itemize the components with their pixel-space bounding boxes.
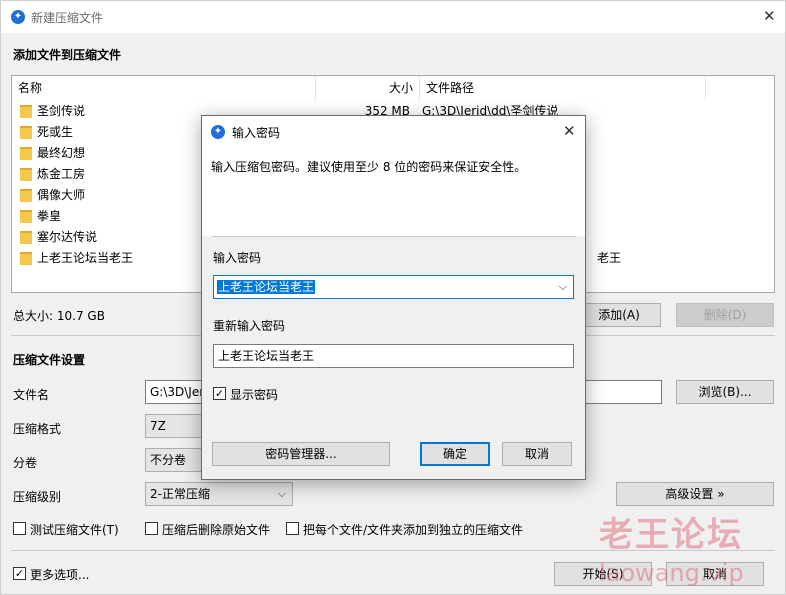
divider: [212, 236, 576, 237]
column-header-path[interactable]: 文件路径: [420, 76, 706, 100]
dialog-cancel-button[interactable]: 取消: [502, 442, 572, 466]
format-label: 压缩格式: [13, 422, 62, 436]
dialog-title-bar: ✦ 输入密码 ✕: [202, 116, 585, 148]
dialog-description: 输入压缩包密码。建议使用至少 8 位的密码来保证安全性。: [211, 160, 527, 174]
file-name: 上老王论坛当老王: [37, 251, 134, 265]
password-dialog: ✦ 输入密码 ✕ 输入压缩包密码。建议使用至少 8 位的密码来保证安全性。 输入…: [201, 115, 586, 480]
show-password-checkbox[interactable]: ✓: [213, 387, 226, 400]
watermark-text: 老王论坛: [599, 515, 743, 555]
file-path: 老王: [597, 251, 622, 265]
password-value: 上老王论坛当老王: [217, 280, 316, 294]
folder-icon: [20, 210, 32, 223]
delete-source-label: 压缩后删除原始文件: [162, 523, 271, 537]
confirm-password-input[interactable]: 上老王论坛当老王: [213, 344, 574, 368]
add-files-heading: 添加文件到压缩文件: [13, 48, 122, 62]
separate-archives-checkbox[interactable]: [286, 522, 299, 535]
volume-label: 分卷: [13, 456, 38, 470]
file-name: 塞尔达传说: [37, 230, 98, 244]
column-header-size[interactable]: 大小: [316, 76, 420, 100]
chevron-down-icon: ⌵: [277, 487, 286, 500]
password-label: 输入密码: [213, 251, 262, 265]
folder-icon: [20, 231, 32, 244]
file-name: 圣剑传说: [37, 104, 86, 118]
folder-icon: [20, 252, 32, 265]
folder-icon: [20, 147, 32, 160]
more-options-label: 更多选项...: [30, 568, 90, 582]
show-password-label: 显示密码: [230, 388, 279, 402]
column-header-name[interactable]: 名称: [12, 76, 316, 100]
watermark-url: laowang.vip: [599, 559, 744, 587]
file-name: 死或生: [37, 125, 74, 139]
dialog-title: 输入密码: [232, 126, 281, 140]
test-archive-checkbox[interactable]: [13, 522, 26, 535]
folder-icon: [20, 126, 32, 139]
file-name: 拳皇: [37, 209, 62, 223]
close-icon[interactable]: ✕: [763, 7, 776, 25]
test-archive-label: 测试压缩文件(T): [30, 523, 119, 537]
app-logo-icon: ✦: [11, 10, 25, 24]
level-select[interactable]: 2-正常压缩 ⌵: [145, 482, 293, 506]
level-value: 2-正常压缩: [150, 487, 210, 501]
file-name: 炼金工房: [37, 167, 86, 181]
more-options-checkbox[interactable]: ✓: [13, 567, 26, 580]
folder-icon: [20, 168, 32, 181]
chevron-down-icon[interactable]: ⌵: [559, 276, 567, 298]
dialog-description-area: 输入压缩包密码。建议使用至少 8 位的密码来保证安全性。: [202, 148, 585, 236]
browse-button[interactable]: 浏览(B)...: [676, 380, 774, 404]
total-size: 总大小: 10.7 GB: [13, 309, 105, 323]
volume-select[interactable]: 不分卷: [145, 448, 207, 472]
level-label: 压缩级别: [13, 490, 62, 504]
settings-heading: 压缩文件设置: [13, 353, 86, 367]
confirm-password-label: 重新输入密码: [213, 319, 286, 333]
format-value: 7Z: [150, 419, 166, 433]
password-manager-button[interactable]: 密码管理器...: [212, 442, 390, 466]
delete-button[interactable]: 删除(D): [676, 303, 774, 327]
app-logo-icon: ✦: [211, 125, 225, 139]
file-name: 偶像大师: [37, 188, 86, 202]
ok-button[interactable]: 确定: [420, 442, 490, 466]
folder-icon: [20, 105, 32, 118]
window-title: 新建压缩文件: [31, 11, 104, 25]
close-icon[interactable]: ✕: [563, 122, 576, 140]
volume-value: 不分卷: [150, 453, 187, 467]
delete-source-checkbox[interactable]: [145, 522, 158, 535]
file-name: 最终幻想: [37, 146, 86, 160]
advanced-settings-button[interactable]: 高级设置 »: [616, 482, 774, 506]
format-select[interactable]: 7Z: [145, 414, 207, 438]
title-bar: ✦ 新建压缩文件 ✕: [1, 1, 785, 33]
add-button[interactable]: 添加(A): [577, 303, 661, 327]
folder-icon: [20, 189, 32, 202]
filename-label: 文件名: [13, 388, 50, 402]
password-input[interactable]: 上老王论坛当老王 ⌵: [213, 275, 574, 299]
separate-archives-label: 把每个文件/文件夹添加到独立的压缩文件: [303, 523, 524, 537]
